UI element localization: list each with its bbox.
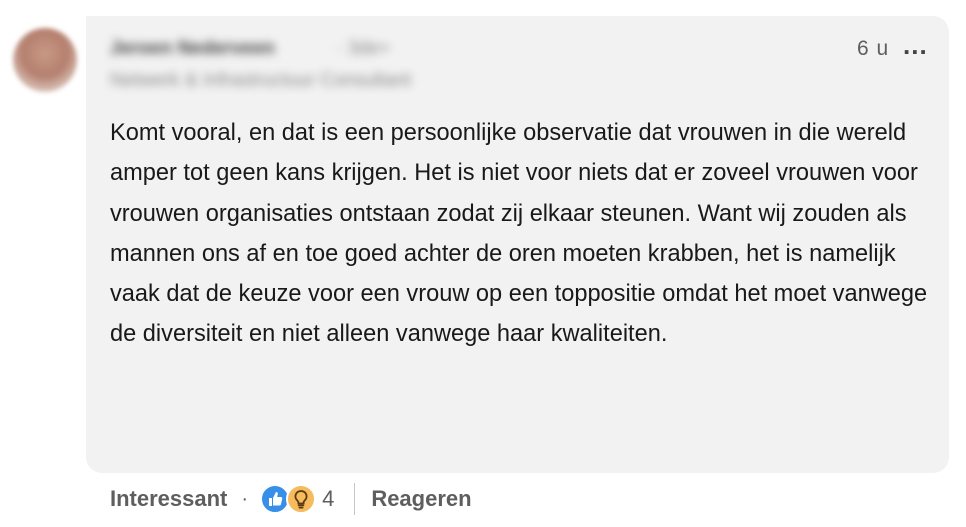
reaction-icons[interactable] <box>260 484 317 514</box>
actions-divider <box>354 483 356 515</box>
connection-degree: · 3de+ <box>336 38 391 59</box>
commenter-headline: Netwerk & Infrastructuur Consultant <box>110 70 411 91</box>
comment-bubble: Jeroen Nederveen · 3de+ Netwerk & Infras… <box>86 16 949 473</box>
reply-button[interactable]: Reageren <box>371 486 471 512</box>
like-button[interactable]: Interessant <box>110 486 227 512</box>
commenter-name[interactable]: Jeroen Nederveen <box>110 38 275 60</box>
insightful-icon <box>286 484 317 514</box>
comment-text: Komt vooral, en dat is een persoonlijke … <box>110 120 928 348</box>
more-options-button[interactable]: ... <box>903 30 928 61</box>
separator-dot: · <box>241 487 249 510</box>
commenter-avatar[interactable] <box>13 28 77 92</box>
comment-actions-bar: Interessant · 4 Reageren <box>110 479 472 519</box>
reaction-count[interactable]: 4 <box>322 486 334 512</box>
comment-timestamp: 6 u <box>857 37 890 60</box>
